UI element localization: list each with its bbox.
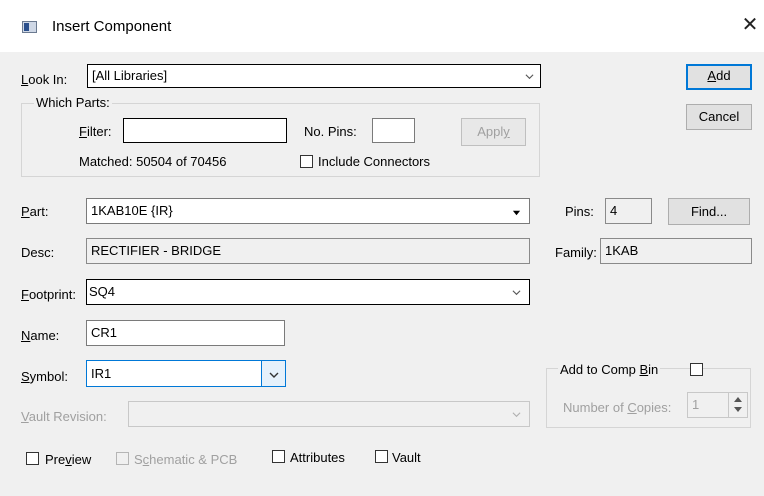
which-parts-legend: Which Parts: xyxy=(34,95,112,110)
symbol-select[interactable]: IR1 xyxy=(86,360,286,387)
chevron-down-icon xyxy=(512,290,521,296)
find-button[interactable]: Find... xyxy=(668,198,750,225)
part-value: 1KAB10E {IR} xyxy=(91,203,173,218)
filter-label: Filter: xyxy=(79,124,112,139)
desc-value: RECTIFIER - BRIDGE xyxy=(91,243,222,258)
add-to-comp-bin-label: Add to Comp Bin xyxy=(558,362,661,377)
include-connectors-checkbox[interactable] xyxy=(300,155,313,168)
footprint-value: SQ4 xyxy=(89,284,116,299)
number-of-copies-label: Number of Copies: xyxy=(563,400,672,415)
include-connectors-label: Include Connectors xyxy=(318,154,431,169)
look-in-select[interactable]: [All Libraries] xyxy=(87,64,541,88)
part-select[interactable]: 1KAB10E {IR} xyxy=(86,198,530,224)
preview-label: Preview xyxy=(45,452,92,467)
add-button[interactable]: Add xyxy=(686,64,752,90)
family-label: Family: xyxy=(555,245,597,260)
filter-input[interactable] xyxy=(123,118,287,143)
part-label: Part: xyxy=(21,204,49,219)
copies-spinner[interactable] xyxy=(728,393,747,417)
desc-field: RECTIFIER - BRIDGE xyxy=(86,238,530,264)
name-input[interactable]: CR1 xyxy=(86,320,285,346)
dropdown-arrow-icon xyxy=(512,210,521,216)
schematic-pcb-checkbox[interactable] xyxy=(116,452,129,465)
pins-label: Pins: xyxy=(565,204,594,219)
close-icon[interactable]: ✕ xyxy=(738,12,762,38)
vault-checkbox[interactable] xyxy=(375,450,388,463)
app-icon xyxy=(22,21,37,33)
spin-up-icon xyxy=(734,397,742,402)
attributes-checkbox[interactable] xyxy=(272,450,285,463)
no-pins-input[interactable] xyxy=(372,118,415,143)
symbol-dropdown-button[interactable] xyxy=(261,360,286,387)
copies-value: 1 xyxy=(692,397,700,412)
footprint-select[interactable]: SQ4 xyxy=(86,279,530,305)
symbol-label: Symbol: xyxy=(21,369,68,384)
apply-button[interactable]: Apply xyxy=(461,118,526,146)
no-pins-label: No. Pins: xyxy=(304,124,357,139)
spin-down-icon xyxy=(734,407,742,412)
symbol-value: IR1 xyxy=(91,366,112,381)
pins-value-field: 4 xyxy=(605,198,652,224)
attributes-label: Attributes xyxy=(290,450,345,465)
vault-label: Vault xyxy=(392,450,421,465)
vault-revision-select[interactable] xyxy=(128,401,530,427)
window-title: Insert Component xyxy=(52,18,172,35)
family-value: 1KAB xyxy=(605,243,639,258)
look-in-label: Look In: xyxy=(21,72,68,87)
family-field: 1KAB xyxy=(600,238,752,264)
matched-count: Matched: 50504 of 70456 xyxy=(79,154,227,169)
cancel-button[interactable]: Cancel xyxy=(686,104,752,130)
schematic-pcb-label: Schematic & PCB xyxy=(134,452,238,467)
chevron-down-icon xyxy=(269,372,279,378)
number-of-copies-input[interactable]: 1 xyxy=(687,392,748,418)
preview-checkbox[interactable] xyxy=(26,452,39,465)
name-label: Name: xyxy=(21,328,60,343)
chevron-down-icon xyxy=(512,412,521,418)
desc-label: Desc: xyxy=(21,245,55,260)
name-value: CR1 xyxy=(91,325,118,340)
look-in-value: [All Libraries] xyxy=(92,68,168,83)
add-to-comp-bin-checkbox[interactable] xyxy=(690,363,703,376)
pins-value: 4 xyxy=(610,203,618,218)
vault-revision-label: Vault Revision: xyxy=(21,409,107,424)
footprint-label: Footprint: xyxy=(21,287,76,302)
chevron-down-icon xyxy=(525,74,534,80)
